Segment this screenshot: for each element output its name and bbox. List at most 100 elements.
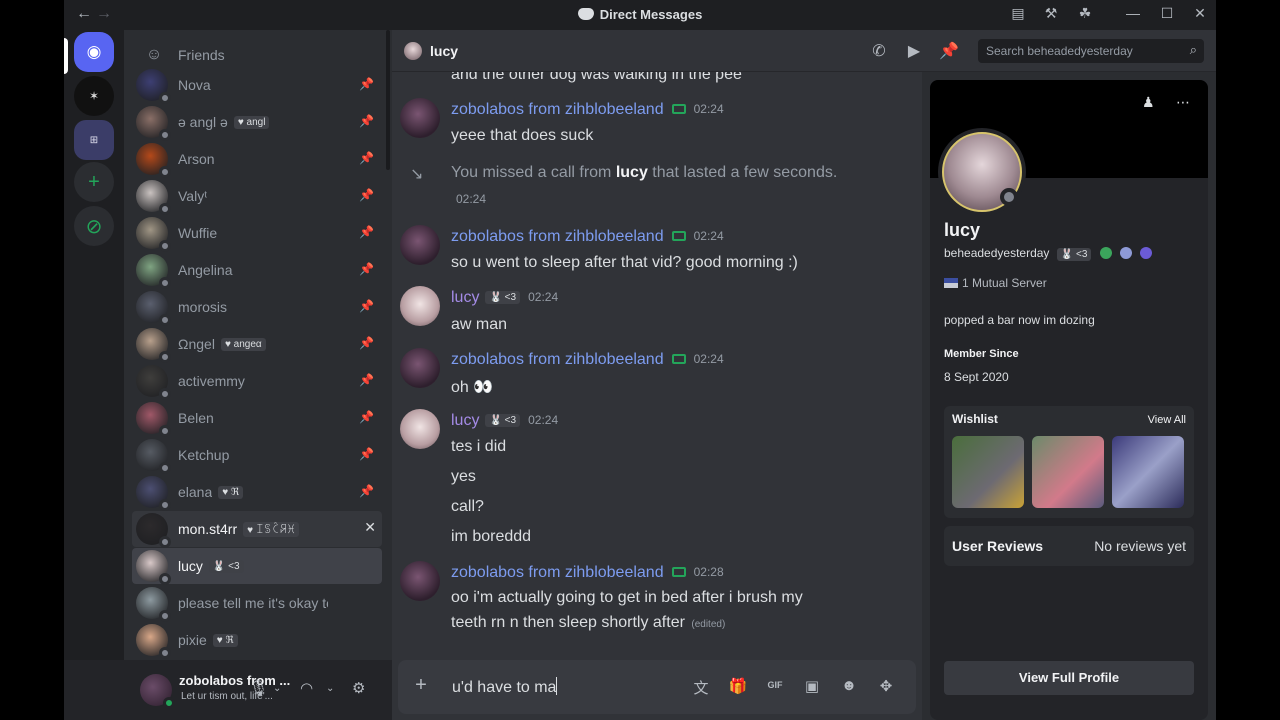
dm-item[interactable]: Ketchup 📌 bbox=[132, 437, 382, 474]
maximize-button[interactable]: ☐ bbox=[1157, 5, 1177, 22]
dm-item[interactable]: pixie ♥ ℜ bbox=[132, 622, 382, 659]
author-name[interactable]: zobolabos from zihblobeeland bbox=[451, 101, 664, 118]
dm-item[interactable]: Nova 📌 bbox=[132, 67, 382, 104]
add-friend-icon[interactable]: ♟ bbox=[1142, 94, 1155, 111]
dm-item[interactable]: please tell me it's okay to cry bbox=[132, 585, 382, 622]
author-name[interactable]: zobolabos from zihblobeeland bbox=[451, 228, 664, 245]
more-options-icon[interactable]: ⋯ bbox=[1176, 94, 1190, 111]
author-name[interactable]: zobolabos from zihblobeeland bbox=[451, 564, 664, 581]
add-server-button[interactable]: + bbox=[74, 162, 114, 202]
sticker-icon[interactable]: ▣ bbox=[802, 677, 822, 695]
user-avatar[interactable] bbox=[140, 674, 175, 709]
video-call-icon[interactable]: ▶ bbox=[903, 41, 925, 61]
upload-plus-icon[interactable]: + bbox=[410, 674, 432, 696]
author-name[interactable]: lucy bbox=[451, 412, 479, 429]
gif-icon[interactable]: GIF bbox=[765, 680, 785, 690]
dm-item[interactable]: Wuffie 📌 bbox=[132, 215, 382, 252]
apps-icon[interactable]: ✥ bbox=[876, 677, 896, 695]
bug-icon[interactable]: ☘ bbox=[1075, 5, 1095, 22]
badge-boost-icon[interactable] bbox=[1140, 247, 1153, 259]
pin-icon[interactable]: 📌 bbox=[359, 151, 374, 165]
author-name[interactable]: lucy bbox=[451, 289, 479, 306]
message-avatar[interactable] bbox=[400, 225, 440, 265]
recipient-name[interactable]: lucy bbox=[430, 43, 458, 59]
gift-icon[interactable]: 🎁 bbox=[728, 677, 748, 695]
dm-avatar bbox=[136, 550, 171, 585]
badge-nitro-icon[interactable] bbox=[1120, 247, 1133, 259]
message-avatar[interactable] bbox=[400, 561, 440, 601]
message-input[interactable]: u'd have to ma bbox=[452, 677, 558, 697]
minimize-button[interactable]: — bbox=[1123, 5, 1143, 21]
dm-item[interactable]: ə angl ə ♥ angl 📌 bbox=[132, 104, 382, 141]
profile-avatar[interactable] bbox=[938, 128, 1026, 216]
dm-item[interactable]: Belen 📌 bbox=[132, 400, 382, 437]
dm-name: activemmy bbox=[178, 373, 245, 389]
mic-chevron-icon[interactable]: ⌄ bbox=[273, 683, 281, 694]
dm-avatar bbox=[136, 402, 171, 437]
message-avatar[interactable] bbox=[400, 286, 440, 326]
system-message: You missed a call from lucy that lasted … bbox=[451, 164, 838, 181]
dm-item[interactable]: Valyᵗ 📌 bbox=[132, 178, 382, 215]
dm-item[interactable]: Angelina 📌 bbox=[132, 252, 382, 289]
home-button[interactable]: ◉ bbox=[74, 32, 114, 72]
dm-item[interactable]: morosis 📌 bbox=[132, 289, 382, 326]
inbox-icon[interactable]: ▤ bbox=[1008, 5, 1028, 22]
headphones-chevron-icon[interactable]: ⌄ bbox=[326, 683, 334, 694]
discover-button[interactable]: ⊘ bbox=[74, 206, 114, 246]
message-avatar[interactable] bbox=[400, 409, 440, 449]
wishlist-item[interactable] bbox=[1112, 436, 1184, 508]
dm-scrollbar[interactable] bbox=[386, 30, 390, 170]
badge-hypesquad-icon[interactable] bbox=[1099, 247, 1112, 259]
search-placeholder: Search beheadedyesterday bbox=[986, 44, 1133, 58]
server-socialize-icon[interactable]: ⊞ bbox=[74, 120, 114, 160]
server-icon[interactable]: ✶ bbox=[74, 76, 114, 116]
view-full-profile-button[interactable]: View Full Profile bbox=[944, 661, 1194, 695]
voice-call-icon[interactable]: ✆ bbox=[868, 41, 890, 61]
wishlist-item[interactable] bbox=[952, 436, 1024, 508]
pin-icon[interactable]: 📌 bbox=[359, 373, 374, 387]
message-time: 02:28 bbox=[693, 565, 724, 579]
search-input[interactable]: Search beheadedyesterday ⌕ bbox=[978, 39, 1204, 63]
profile-display-name: lucy bbox=[944, 220, 981, 240]
pin-icon[interactable]: 📌 bbox=[359, 299, 374, 313]
message-avatar[interactable] bbox=[400, 348, 440, 388]
message-text: im boreddd bbox=[451, 528, 532, 545]
status-icon bbox=[159, 92, 171, 104]
system-user-name[interactable]: lucy bbox=[616, 164, 648, 181]
mic-icon[interactable]: 🎙 bbox=[249, 679, 268, 697]
user-reviews[interactable]: User Reviews No reviews yet bbox=[944, 526, 1194, 566]
pin-icon[interactable]: 📌 bbox=[359, 410, 374, 424]
pin-icon[interactable]: 📌 bbox=[359, 484, 374, 498]
dm-item[interactable]: Arson 📌 bbox=[132, 141, 382, 178]
dm-item[interactable]: mon.st4rr ♥ ꀤꌗꉓꋪꁝ ✕ bbox=[132, 511, 382, 548]
dm-name: Nova bbox=[178, 77, 211, 93]
dm-item[interactable]: activemmy 📌 bbox=[132, 363, 382, 400]
recipient-avatar bbox=[404, 42, 422, 60]
translate-icon[interactable]: 文 bbox=[691, 677, 711, 698]
headphones-icon[interactable]: ◠ bbox=[300, 679, 313, 697]
emoji-icon[interactable]: ☻ bbox=[839, 677, 859, 694]
close-button[interactable]: ✕ bbox=[1190, 5, 1210, 22]
author-name[interactable]: zobolabos from zihblobeeland bbox=[451, 351, 664, 368]
pin-icon[interactable]: 📌 bbox=[938, 41, 960, 61]
close-dm-icon[interactable]: ✕ bbox=[364, 519, 376, 536]
message-avatar[interactable] bbox=[400, 98, 440, 138]
dm-item[interactable]: elana ♥ ℜ 📌 bbox=[132, 474, 382, 511]
pin-icon[interactable]: 📌 bbox=[359, 114, 374, 128]
wishlist-item[interactable] bbox=[1032, 436, 1104, 508]
pin-icon[interactable]: 📌 bbox=[359, 188, 374, 202]
settings-icon[interactable]: ⚙ bbox=[352, 679, 365, 697]
tools-icon[interactable]: ⚒ bbox=[1041, 5, 1061, 22]
dm-item[interactable]: Ωngel ♥ angeα 📌 bbox=[132, 326, 382, 363]
mutual-servers[interactable]: 1 Mutual Server bbox=[944, 276, 1047, 290]
pin-icon[interactable]: 📌 bbox=[359, 225, 374, 239]
dm-avatar bbox=[136, 328, 171, 363]
view-all-link[interactable]: View All bbox=[1148, 414, 1186, 426]
dm-item[interactable]: lucy 🐰 <3 bbox=[132, 548, 382, 585]
dm-name: Ωngel bbox=[178, 336, 215, 352]
pin-icon[interactable]: 📌 bbox=[359, 336, 374, 350]
message-composer[interactable]: + u'd have to ma 文 🎁 GIF ▣ ☻ ✥ bbox=[398, 660, 916, 714]
pin-icon[interactable]: 📌 bbox=[359, 77, 374, 91]
pin-icon[interactable]: 📌 bbox=[359, 447, 374, 461]
pin-icon[interactable]: 📌 bbox=[359, 262, 374, 276]
